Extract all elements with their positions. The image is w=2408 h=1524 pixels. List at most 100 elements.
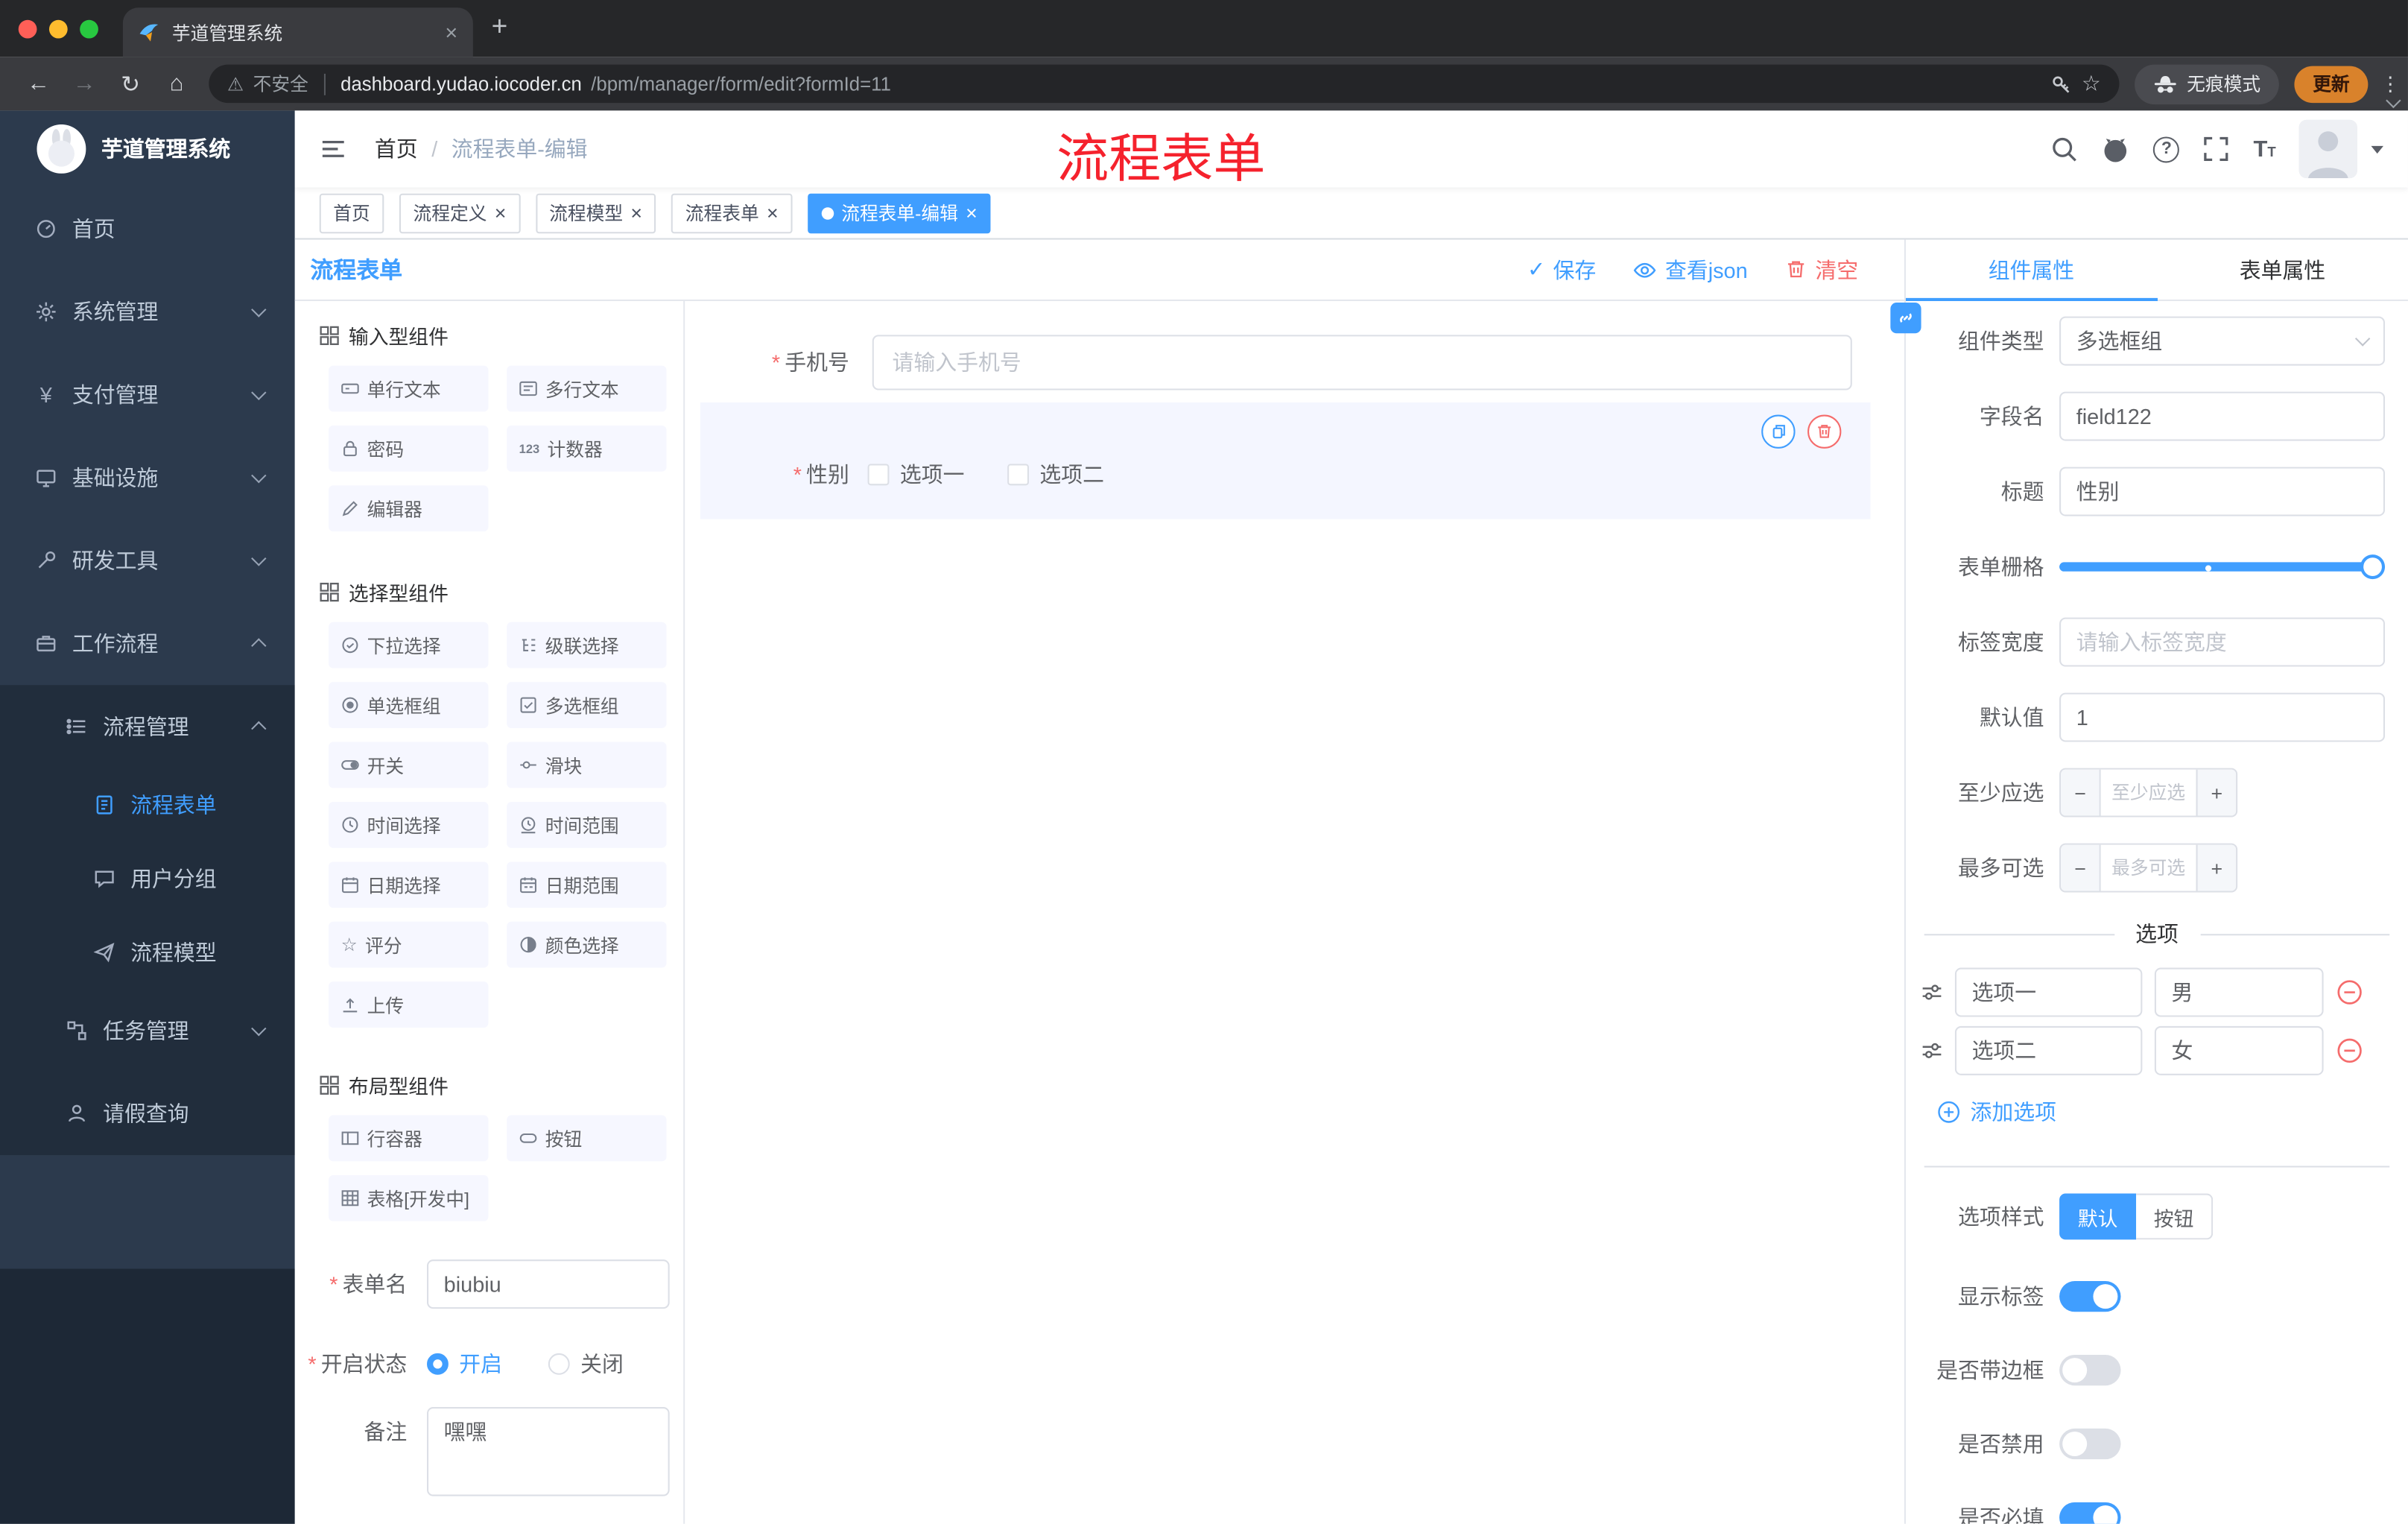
phone-input[interactable] xyxy=(872,335,1852,391)
palette-item-editor[interactable]: 编辑器 xyxy=(329,485,489,532)
avatar[interactable] xyxy=(2298,119,2357,179)
drag-handle-icon[interactable] xyxy=(1921,1040,1943,1061)
form-grid-slider[interactable] xyxy=(2059,543,2386,592)
sidebar-item-system-management[interactable]: 系统管理 xyxy=(0,271,295,353)
tab-close-button[interactable]: × xyxy=(445,22,457,43)
copy-widget-button[interactable] xyxy=(1761,414,1796,449)
tab-form-properties[interactable]: 表单属性 xyxy=(2157,240,2408,300)
style-button-button[interactable]: 按钮 xyxy=(2136,1193,2214,1240)
palette-item-upload[interactable]: 上传 xyxy=(329,981,489,1028)
remove-option-button[interactable] xyxy=(2336,1037,2363,1064)
home-button[interactable]: ⌂ xyxy=(153,71,200,97)
palette-item-single-line-text[interactable]: 单行文本 xyxy=(329,365,489,412)
tab-component-properties[interactable]: 组件属性 xyxy=(1905,240,2157,301)
font-size-icon[interactable]: TT xyxy=(2253,137,2275,160)
close-icon[interactable]: × xyxy=(767,203,779,223)
gender-option-2[interactable]: 选项二 xyxy=(1007,459,1104,490)
component-type-select[interactable]: 多选框组 xyxy=(2059,316,2386,366)
tag-process-form[interactable]: 流程表单 × xyxy=(671,192,793,233)
help-icon[interactable]: ? xyxy=(2153,136,2180,162)
password-key-icon[interactable] xyxy=(2051,73,2073,95)
gender-option-1[interactable]: 选项一 xyxy=(867,459,964,490)
palette-item-slider[interactable]: 滑块 xyxy=(507,742,667,788)
sidebar-item-home[interactable]: 首页 xyxy=(0,187,295,270)
clear-button[interactable]: 清空 xyxy=(1784,254,1858,285)
palette-item-password[interactable]: 密码 xyxy=(329,425,489,472)
style-default-button[interactable]: 默认 xyxy=(2059,1193,2137,1240)
tag-process-model[interactable]: 流程模型 × xyxy=(535,192,656,233)
minimize-window-button[interactable] xyxy=(48,19,68,39)
close-window-button[interactable] xyxy=(18,19,37,39)
palette-item-table[interactable]: 表格[开发中] xyxy=(329,1174,489,1221)
delete-widget-button[interactable] xyxy=(1807,414,1842,449)
sidebar-item-infrastructure[interactable]: 基础设施 xyxy=(0,436,295,519)
sidebar-item-dev-tools[interactable]: 研发工具 xyxy=(0,519,295,602)
increase-button[interactable]: + xyxy=(2196,844,2237,891)
palette-item-button[interactable]: 按钮 xyxy=(507,1115,667,1162)
radio-on[interactable] xyxy=(427,1353,449,1375)
tag-process-definition[interactable]: 流程定义 × xyxy=(399,192,520,233)
link-badge[interactable] xyxy=(1890,303,1921,334)
palette-item-counter[interactable]: 123 计数器 xyxy=(507,425,667,472)
title-input[interactable] xyxy=(2059,467,2386,516)
default-value-input[interactable] xyxy=(2059,692,2386,742)
min-select-input[interactable] xyxy=(2100,769,2196,816)
checkbox-icon[interactable] xyxy=(1007,464,1030,486)
breadcrumb-home[interactable]: 首页 xyxy=(375,133,418,164)
max-select-input[interactable] xyxy=(2100,844,2196,891)
field-name-input[interactable] xyxy=(2059,391,2386,441)
browser-tab[interactable]: 芋道管理系统 × xyxy=(122,7,473,57)
search-icon[interactable] xyxy=(2050,135,2078,162)
sidebar-item-task-management[interactable]: 任务管理 xyxy=(0,989,295,1072)
palette-item-multi-line-text[interactable]: 多行文本 xyxy=(507,365,667,412)
disabled-toggle[interactable] xyxy=(2059,1428,2121,1460)
palette-item-radio-group[interactable]: 单选框组 xyxy=(329,682,489,729)
sidebar-item-process-form[interactable]: 流程表单 xyxy=(0,768,295,842)
address-bar[interactable]: ⚠ 不安全 dashboard.yudao.iocoder.cn/bpm/man… xyxy=(209,64,2120,104)
show-label-toggle[interactable] xyxy=(2059,1281,2121,1312)
hamburger-icon[interactable] xyxy=(320,135,347,162)
required-toggle[interactable] xyxy=(2059,1502,2121,1524)
update-button[interactable]: 更新 xyxy=(2294,65,2369,103)
label-width-input[interactable] xyxy=(2059,617,2386,667)
option-label-input[interactable] xyxy=(1954,967,2143,1017)
forward-button[interactable]: → xyxy=(61,71,107,97)
selected-widget-gender[interactable]: * 性别 选项一 选项二 xyxy=(700,402,1871,519)
browser-menu-button[interactable]: ⋮ xyxy=(2380,72,2401,96)
radio-off[interactable] xyxy=(548,1353,570,1375)
decrease-button[interactable]: − xyxy=(2061,769,2101,816)
back-button[interactable]: ← xyxy=(16,71,62,97)
phone-field-row[interactable]: * 手机号 xyxy=(685,301,1904,391)
palette-item-row-container[interactable]: 行容器 xyxy=(329,1115,489,1162)
palette-item-switch[interactable]: 开关 xyxy=(329,742,489,788)
sidebar-item-process-model[interactable]: 流程模型 xyxy=(0,915,295,989)
save-button[interactable]: ✓ 保存 xyxy=(1527,254,1596,285)
checkbox-icon[interactable] xyxy=(867,464,890,486)
close-icon[interactable]: × xyxy=(966,203,978,223)
palette-item-date-range[interactable]: 日期范围 xyxy=(507,861,667,908)
drag-handle-icon[interactable] xyxy=(1921,981,1943,1003)
palette-item-time-picker[interactable]: 时间选择 xyxy=(329,801,489,848)
sidebar-item-user-group[interactable]: 用户分组 xyxy=(0,842,295,916)
palette-item-date-picker[interactable]: 日期选择 xyxy=(329,861,489,908)
palette-item-checkbox-group[interactable]: 多选框组 xyxy=(507,682,667,729)
palette-item-color-picker[interactable]: 颜色选择 xyxy=(507,921,667,968)
close-icon[interactable]: × xyxy=(630,203,642,223)
remove-option-button[interactable] xyxy=(2336,978,2363,1006)
slider-handle[interactable] xyxy=(2360,554,2386,580)
palette-item-select[interactable]: 下拉选择 xyxy=(329,622,489,668)
palette-item-cascader[interactable]: 级联选择 xyxy=(507,622,667,668)
sidebar-item-process-management[interactable]: 流程管理 xyxy=(0,685,295,768)
new-tab-button[interactable]: + xyxy=(492,12,508,39)
fullscreen-icon[interactable] xyxy=(2202,135,2230,162)
sidebar-item-payment-management[interactable]: ¥ 支付管理 xyxy=(0,353,295,436)
border-toggle[interactable] xyxy=(2059,1354,2121,1386)
reload-button[interactable]: ↻ xyxy=(107,70,153,98)
option-value-input[interactable] xyxy=(2154,1025,2324,1075)
slider-track[interactable] xyxy=(2059,562,2386,572)
close-icon[interactable]: × xyxy=(495,203,507,223)
tag-home[interactable]: 首页 xyxy=(319,192,384,233)
palette-item-time-range[interactable]: 时间范围 xyxy=(507,801,667,848)
zoom-window-button[interactable] xyxy=(80,19,98,39)
option-value-input[interactable] xyxy=(2154,967,2324,1017)
